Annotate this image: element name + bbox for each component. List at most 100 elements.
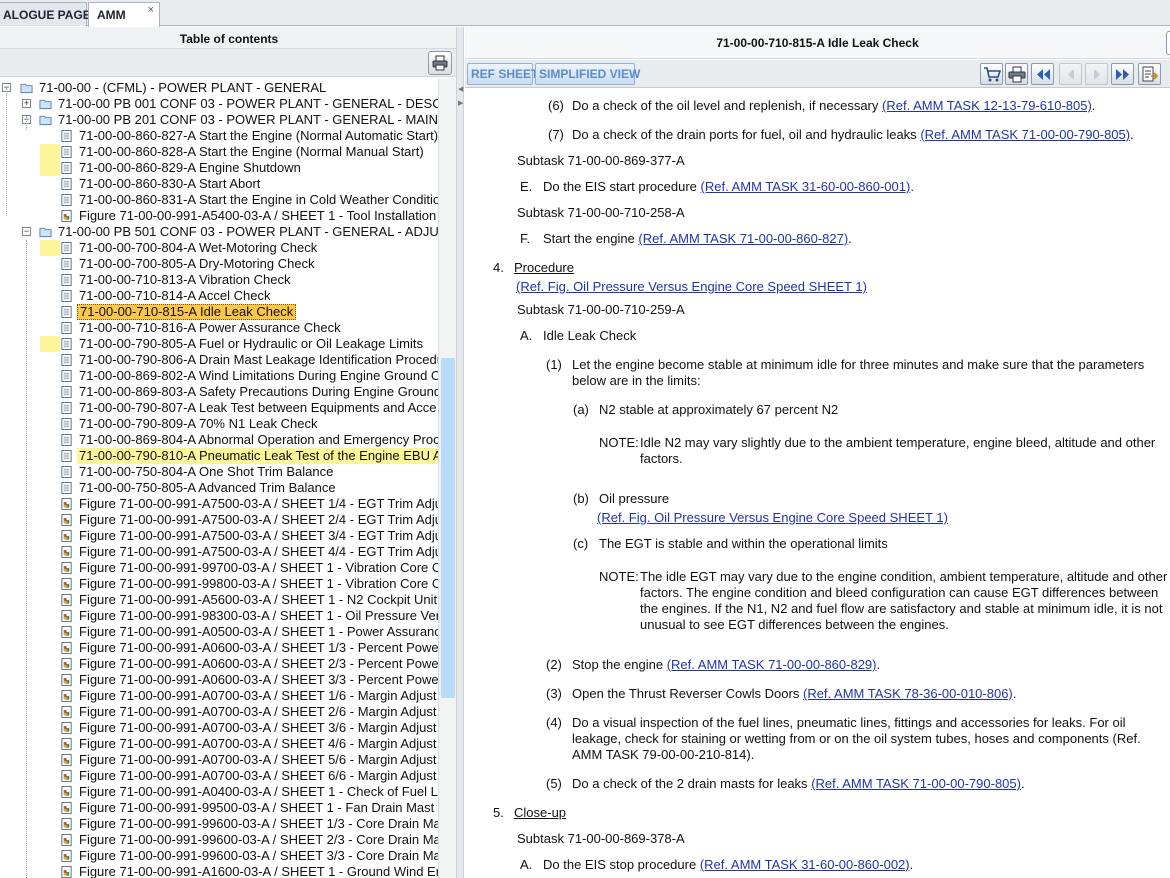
tab-amm[interactable]: AMM × [88, 2, 160, 27]
toc-item[interactable]: Figure 71-00-00-991-A0600-03-A / SHEET 2… [0, 656, 438, 672]
toc-item[interactable]: 71-00-00-700-805-A Dry-Motoring Check [0, 256, 438, 272]
toc-item[interactable]: Figure 71-00-00-991-A0600-03-A / SHEET 1… [0, 640, 438, 656]
toc-item[interactable]: Figure 71-00-00-991-A0500-03-A / SHEET 1… [0, 624, 438, 640]
toc-item[interactable]: 71-00-00-869-803-A Safety Precautions Du… [0, 384, 438, 400]
toc-item[interactable]: Figure 71-00-00-991-A7500-03-A / SHEET 2… [0, 512, 438, 528]
amm-task-link[interactable]: (Ref. AMM TASK 71-00-00-860-827) [638, 231, 848, 246]
toc-item[interactable]: Figure 71-00-00-991-99600-03-A / SHEET 2… [0, 832, 438, 848]
section-number: 5. [493, 805, 504, 820]
toc-item[interactable]: 71-00-00-860-831-A Start the Engine in C… [0, 192, 438, 208]
toc-item[interactable]: Figure 71-00-00-991-A1600-03-A / SHEET 1… [0, 864, 438, 878]
toc-item[interactable]: Figure 71-00-00-991-98300-03-A / SHEET 1… [0, 608, 438, 624]
toc-item[interactable]: 71-00-00-710-815-A Idle Leak Check [0, 304, 438, 320]
panel-splitter[interactable]: ◀ ▶ [456, 27, 464, 878]
expand-icon[interactable]: + [22, 99, 31, 108]
toc-item[interactable]: 71-00-00-869-802-A Wind Limitations Duri… [0, 368, 438, 384]
toc-item[interactable]: Figure 71-00-00-991-A7500-03-A / SHEET 3… [0, 528, 438, 544]
toc-item[interactable]: +71-00-00 PB 001 CONF 03 - POWER PLANT -… [0, 96, 438, 112]
toc-item[interactable]: Figure 71-00-00-991-A0600-03-A / SHEET 3… [0, 672, 438, 688]
right-arrow-icon [1094, 69, 1100, 80]
toc-scrollbar-thumb[interactable] [441, 358, 455, 698]
toc-item[interactable]: Figure 71-00-00-991-A0700-03-A / SHEET 4… [0, 736, 438, 752]
toc-item[interactable]: 71-00-00-860-830-A Start Abort [0, 176, 438, 192]
toc-item[interactable]: 71-00-00-700-804-A Wet-Motoring Check [0, 240, 438, 256]
toc-item[interactable]: 71-00-00-860-829-A Engine Shutdown [0, 160, 438, 176]
toc-item[interactable]: Figure 71-00-00-991-A0400-03-A / SHEET 1… [0, 784, 438, 800]
toc-scrollbar[interactable] [438, 78, 456, 878]
toc-item[interactable]: 71-00-00-790-806-A Drain Mast Leakage Id… [0, 352, 438, 368]
cart-button[interactable] [980, 63, 1003, 85]
toc-item[interactable]: 71-00-00-869-804-A Abnormal Operation an… [0, 432, 438, 448]
toc-item[interactable]: 71-00-00-750-804-A One Shot Trim Balance [0, 464, 438, 480]
tab-catalogue-page[interactable]: ALOGUE PAGE [0, 2, 91, 26]
next-button[interactable] [1085, 63, 1108, 85]
toc-item[interactable]: Figure 71-00-00-991-A5600-03-A / SHEET 1… [0, 592, 438, 608]
step-number: A. [520, 328, 533, 343]
figure-icon [61, 577, 72, 591]
toc-item[interactable]: 71-00-00-750-805-A Advanced Trim Balance [0, 480, 438, 496]
step-number: (6) [548, 98, 564, 113]
tab-label: ALOGUE PAGE [3, 8, 91, 22]
toc-item[interactable]: − 71-00-00 PB 501 CONF 03 - POWER PLANT -… [0, 224, 438, 240]
export-button[interactable] [1138, 63, 1161, 85]
toc-item[interactable]: 71-00-00-790-809-A 70% N1 Leak Check [0, 416, 438, 432]
amm-task-link[interactable]: (Ref. AMM TASK 31-60-00-860-002) [700, 857, 910, 872]
toc-item[interactable]: 71-00-00-710-813-A Vibration Check [0, 272, 438, 288]
document-options-button[interactable] [1166, 31, 1170, 55]
toc-item[interactable]: Figure 71-00-00-991-A0700-03-A / SHEET 5… [0, 752, 438, 768]
toc-item[interactable]: 71-00-00-710-816-A Power Assurance Check [0, 320, 438, 336]
amm-task-link[interactable]: (Ref. AMM TASK 78-36-00-010-806) [803, 686, 1013, 701]
document-icon [61, 305, 72, 319]
figure-icon [61, 497, 72, 511]
figure-icon [61, 545, 72, 559]
close-icon[interactable]: × [148, 4, 154, 16]
amm-task-link[interactable]: (Ref. AMM TASK 71-00-00-860-829) [667, 657, 877, 672]
figure-link[interactable]: (Ref. Fig. Oil Pressure Versus Engine Co… [516, 279, 867, 294]
toc-item[interactable]: 71-00-00-860-827-A Start the Engine (Nor… [0, 128, 438, 144]
toc-item[interactable]: Figure 71-00-00-991-99700-03-A / SHEET 1… [0, 560, 438, 576]
toc-item[interactable]: −71-00-00 - (CFML) - POWER PLANT - GENER… [0, 80, 438, 96]
toc-item[interactable]: 71-00-00-860-828-A Start the Engine (Nor… [0, 144, 438, 160]
toc-item-label: 71-00-00-860-828-A Start the Engine (Nor… [79, 144, 424, 159]
collapse-icon[interactable]: − [22, 227, 31, 236]
toc-item[interactable]: Figure 71-00-00-991-99800-03-A / SHEET 1… [0, 576, 438, 592]
toc-item-label: Figure 71-00-00-991-A7500-03-A / SHEET 3… [79, 528, 438, 543]
step-number: F. [520, 231, 531, 246]
toc-item[interactable]: Figure 71-00-00-991-A0700-03-A / SHEET 2… [0, 704, 438, 720]
toc-item[interactable]: Figure 71-00-00-991-99500-03-A / SHEET 1… [0, 800, 438, 816]
ref-sheet-button[interactable]: REF SHEET [467, 63, 538, 85]
collapse-left-icon[interactable]: ◀ [458, 85, 463, 93]
tree-connector [6, 88, 7, 216]
folder-icon [39, 227, 52, 238]
section-heading: Close-up [514, 805, 566, 821]
figure-link[interactable]: (Ref. Fig. Oil Pressure Versus Engine Co… [597, 510, 948, 525]
simplified-view-button[interactable]: SIMPLIFIED VIEW [535, 63, 640, 85]
toc-item[interactable]: Figure 71-00-00-991-99600-03-A / SHEET 3… [0, 848, 438, 864]
last-page-button[interactable] [1111, 63, 1134, 85]
toc-item[interactable]: 71-00-00-790-805-A Fuel or Hydraulic or … [0, 336, 438, 352]
previous-button[interactable] [1059, 63, 1082, 85]
toc-item[interactable]: 71-00-00-790-810-A Pneumatic Leak Test o… [0, 448, 438, 464]
amm-task-link[interactable]: (Ref. AMM TASK 71-00-00-790-805) [811, 776, 1021, 791]
toc-item[interactable]: 71-00-00-710-814-A Accel Check [0, 288, 438, 304]
note-label-text: NOTE: [599, 569, 639, 584]
amm-task-link[interactable]: (Ref. AMM TASK 31-60-00-860-001) [701, 179, 911, 194]
toc-item[interactable]: Figure 71-00-00-991-A0700-03-A / SHEET 6… [0, 768, 438, 784]
toc-item[interactable]: Figure 71-00-00-991-A5400-03-A / SHEET 1… [0, 208, 438, 224]
first-page-button[interactable] [1031, 63, 1054, 85]
amm-task-link[interactable]: (Ref. AMM TASK 71-00-00-790-805) [920, 127, 1130, 142]
toc-print-button[interactable] [428, 51, 452, 75]
print-button[interactable] [1005, 63, 1028, 85]
amm-task-link[interactable]: (Ref. AMM TASK 12-13-79-610-805) [882, 98, 1092, 113]
toc-item[interactable]: Figure 71-00-00-991-A0700-03-A / SHEET 3… [0, 720, 438, 736]
toc-item[interactable]: Figure 71-00-00-991-99600-03-A / SHEET 1… [0, 816, 438, 832]
toc-item[interactable]: Figure 71-00-00-991-A7500-03-A / SHEET 4… [0, 544, 438, 560]
toc-item[interactable]: Figure 71-00-00-991-A7500-03-A / SHEET 1… [0, 496, 438, 512]
toc-item[interactable]: −71-00-00 PB 201 CONF 03 - POWER PLANT -… [0, 112, 438, 128]
toc-item-label: Figure 71-00-00-991-98300-03-A / SHEET 1… [79, 608, 438, 623]
collapse-right-icon[interactable]: ▶ [458, 99, 463, 107]
toc-item[interactable]: 71-00-00-790-807-A Leak Test between Equ… [0, 400, 438, 416]
step-text: The EGT is stable and within the operati… [599, 536, 888, 551]
toc-item[interactable]: Figure 71-00-00-991-A0700-03-A / SHEET 1… [0, 688, 438, 704]
toc-item-label: 71-00-00-750-804-A One Shot Trim Balance [79, 464, 334, 479]
